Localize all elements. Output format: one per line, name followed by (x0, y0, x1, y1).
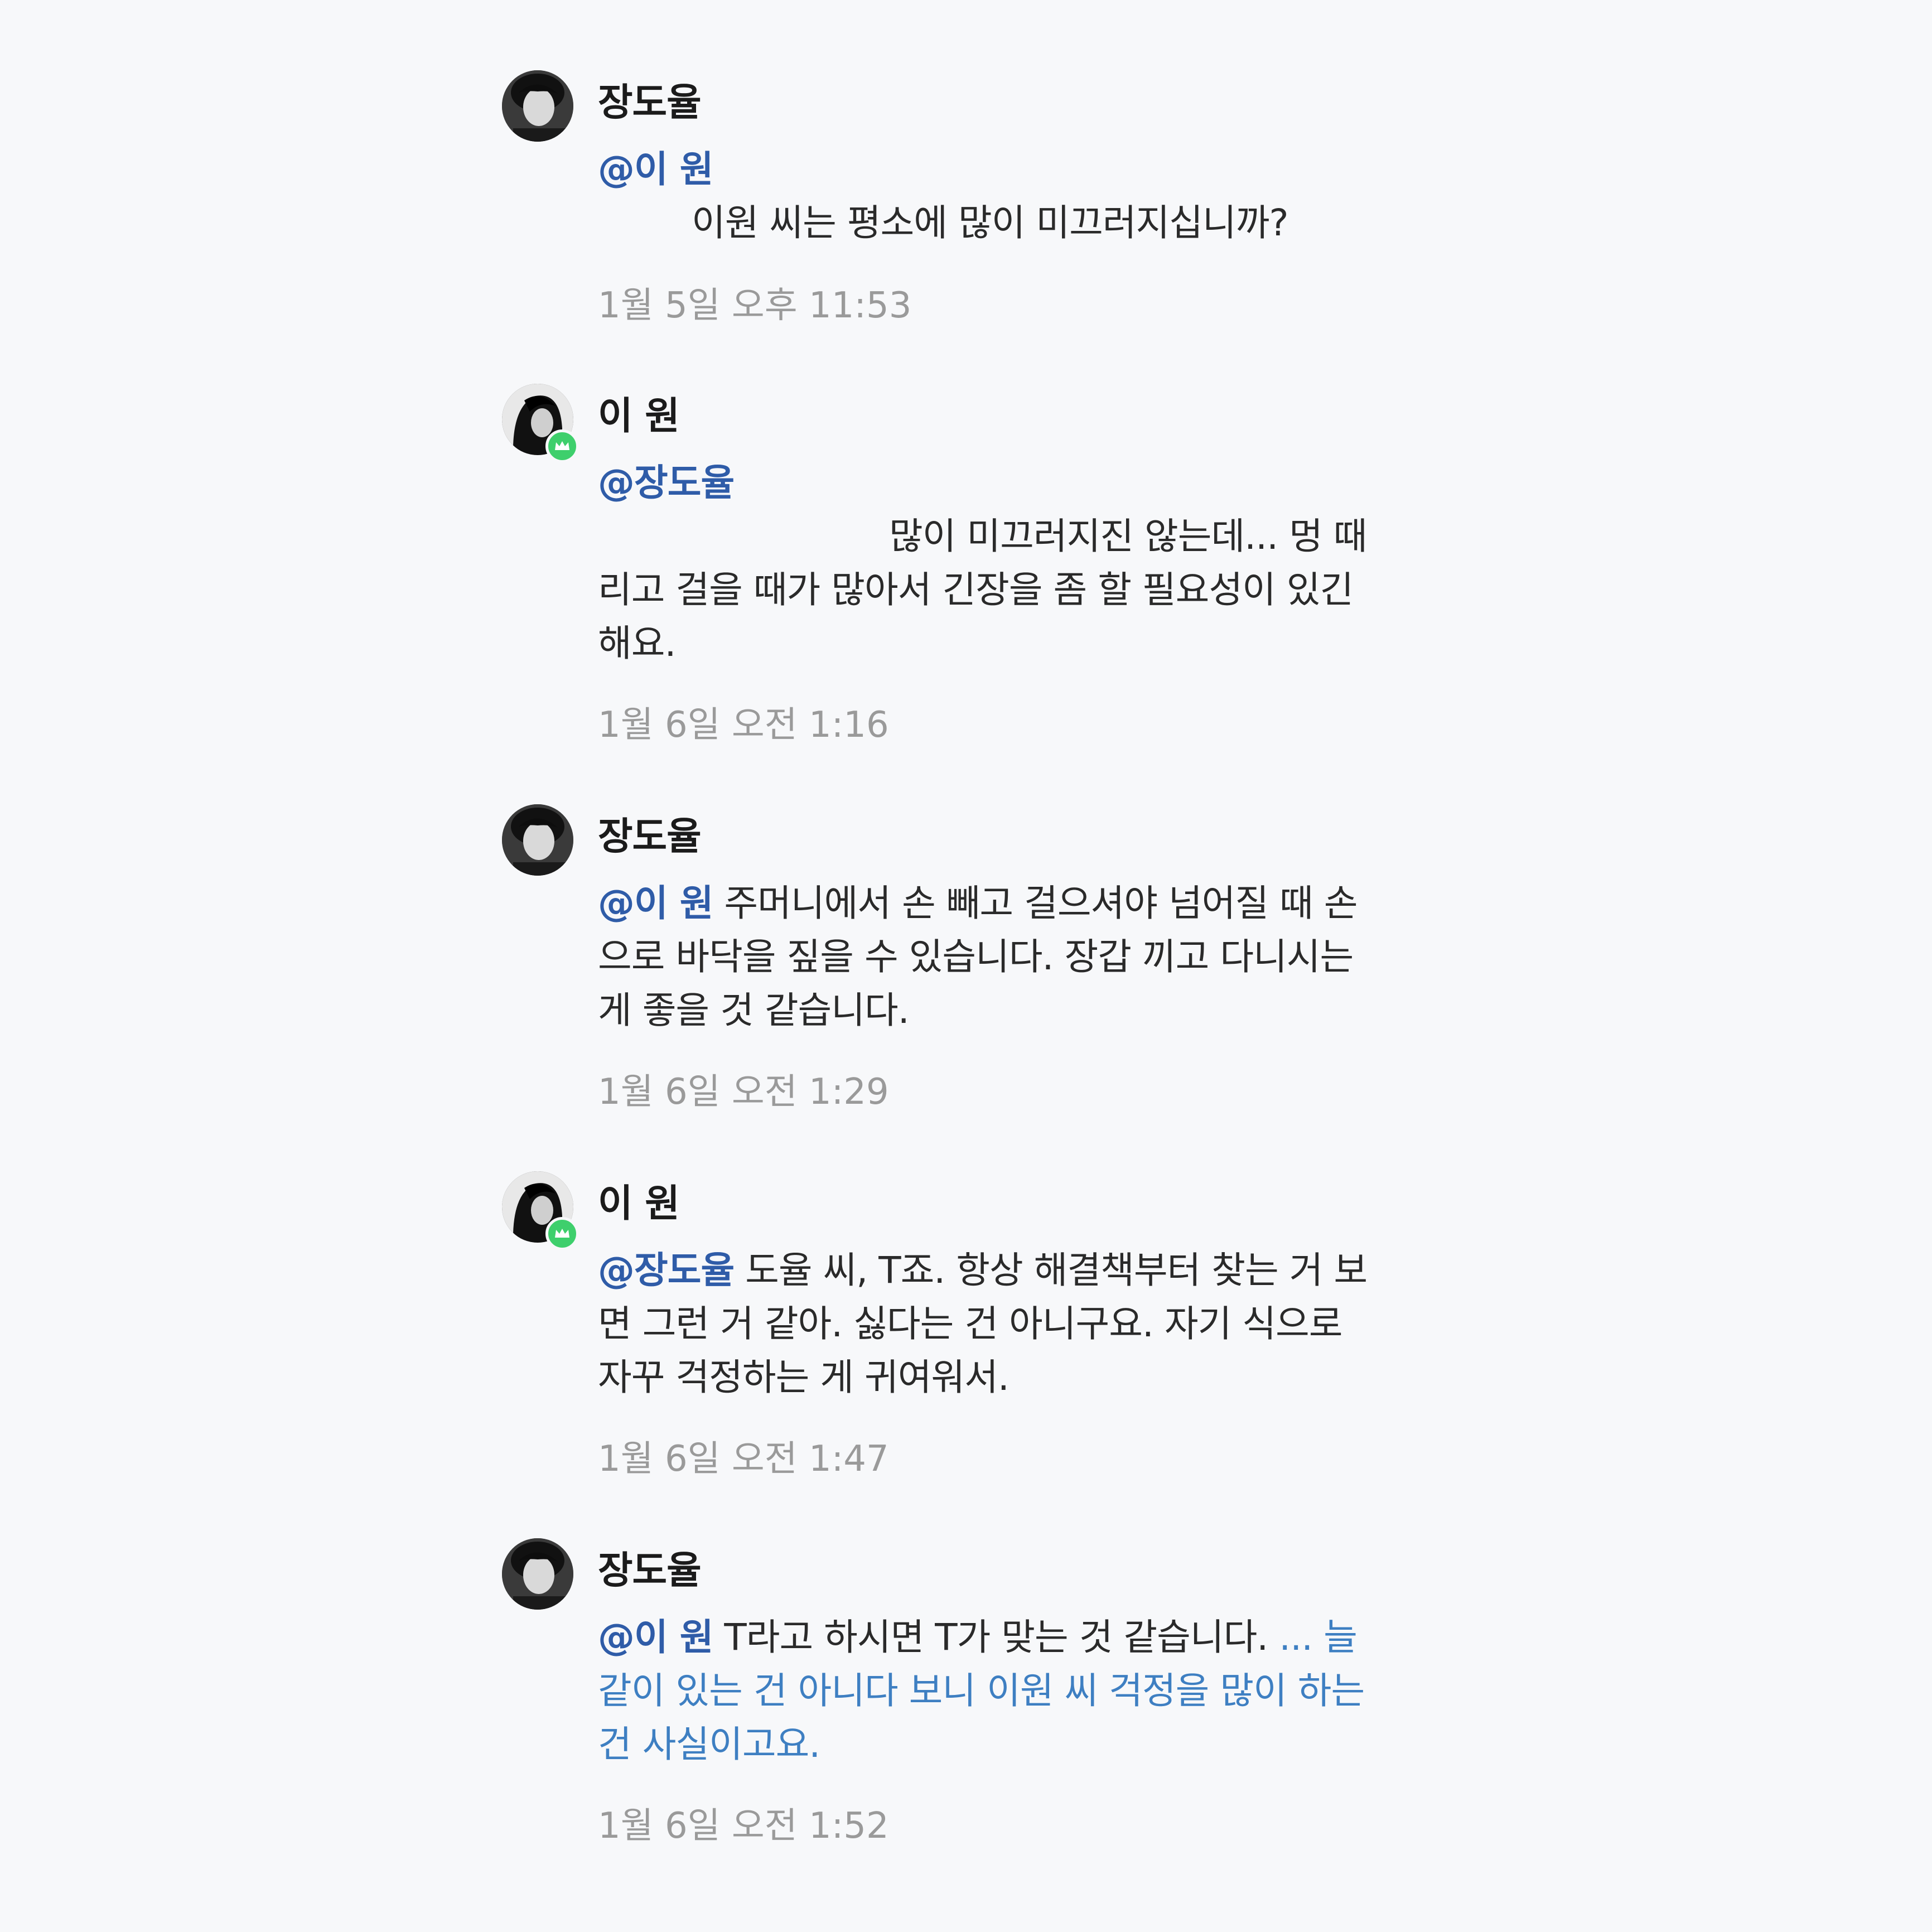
avatar-image (502, 1538, 573, 1610)
comment-timestamp: 1월 5일 오후 11:53 (598, 285, 912, 326)
crown-icon (555, 1229, 569, 1238)
avatar-image (502, 804, 573, 876)
crown-icon (555, 441, 569, 450)
avatar-image (502, 70, 573, 142)
mention-link[interactable]: @장도율 (598, 1249, 735, 1292)
comment-text: 이원 씨는 평소에 많이 미끄러지십니까? (692, 201, 1288, 244)
comment-text-line: T라고 하시면 T가 맞는 것 같습니다. (724, 1616, 1279, 1659)
comment-text-line: 주머니에서 손 빼고 걸으셔야 넘어질 때 손 (724, 882, 1358, 925)
crown-badge (545, 429, 579, 463)
comment-text-line: 면 그런 거 같아. 싫다는 건 아니구요. 자기 식으로 (598, 1302, 1342, 1345)
comment-text-line: 게 좋을 것 같습니다. (598, 989, 910, 1032)
comment-timestamp: 1월 6일 오전 1:47 (598, 1438, 889, 1480)
comment-author[interactable]: 장도율 (598, 1546, 702, 1596)
mention-link[interactable]: @이 원 (598, 148, 713, 191)
avatar-jang[interactable] (502, 804, 573, 876)
comment-body: @이 원 주머니에서 손 빼고 걸으셔야 넘어질 때 손 으로 바닥을 짚을 수… (598, 877, 1412, 1037)
comment-text-line: 리고 걸을 때가 많아서 긴장을 좀 할 필요성이 있긴 (598, 568, 1354, 611)
comment-timestamp: 1월 6일 오전 1:52 (598, 1805, 889, 1847)
comment-author[interactable]: 장도율 (598, 812, 702, 862)
comment-text-line: 도율 씨, T죠. 항상 해결책부터 찾는 거 보 (745, 1249, 1368, 1292)
comment-author[interactable]: 이 원 (598, 1179, 680, 1229)
expand-link[interactable]: 같이 있는 건 아니다 보니 이원 씨 걱정을 많이 하는 (598, 1664, 1412, 1718)
avatar-jang[interactable] (502, 70, 573, 142)
comment-author[interactable]: 이 원 (598, 392, 680, 442)
comment-body: @이 원 T라고 하시면 T가 맞는 것 같습니다. ... 늘 같이 있는 건… (598, 1611, 1412, 1771)
avatar-jang[interactable] (502, 1538, 573, 1610)
mention-link[interactable]: @장도율 (598, 461, 735, 504)
mention-link[interactable]: @이 원 (598, 1616, 713, 1659)
comment-text-line: 자꾸 걱정하는 게 귀여워서. (598, 1356, 1010, 1399)
comment-timestamp: 1월 6일 오전 1:16 (598, 704, 889, 746)
comment-body: @장도율 많이 미끄러지진 않는데... 멍 때 리고 걸을 때가 많아서 긴장… (598, 456, 1412, 670)
mention-link[interactable]: @이 원 (598, 882, 713, 925)
comment-author[interactable]: 장도율 (598, 78, 702, 128)
comment-text-line: 으로 바닥을 짚을 수 있습니다. 장갑 끼고 다니시는 (598, 935, 1354, 978)
comment-body: @이 원 이원 씨는 평소에 많이 미끄러지십니까? (598, 143, 1412, 250)
expand-link[interactable]: ... 늘 (1279, 1616, 1358, 1659)
expand-link[interactable]: 건 사실이고요. (598, 1718, 1412, 1771)
comment-body: @장도율 도율 씨, T죠. 항상 해결책부터 찾는 거 보 면 그런 거 같아… (598, 1244, 1412, 1404)
crown-badge (545, 1217, 579, 1250)
comment-text-line: 많이 미끄러지진 않는데... 멍 때 (889, 515, 1368, 558)
comment-timestamp: 1월 6일 오전 1:29 (598, 1071, 889, 1113)
comment-text-line: 해요. (598, 622, 676, 665)
